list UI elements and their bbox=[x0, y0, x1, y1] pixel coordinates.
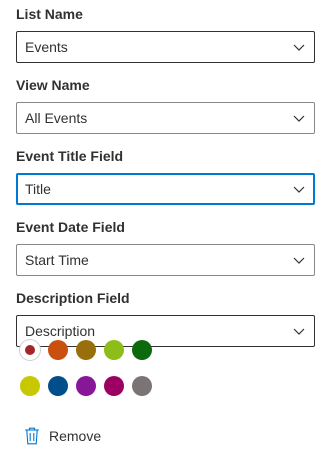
event-title-field-label: Event Title Field bbox=[16, 148, 124, 164]
remove-label: Remove bbox=[49, 428, 102, 444]
chevron-down-icon bbox=[293, 257, 305, 264]
color-swatch-yellow[interactable] bbox=[20, 376, 40, 396]
event-title-field-group: Event Title Field Title bbox=[16, 147, 315, 213]
event-date-field-dropdown[interactable]: Start Time bbox=[16, 244, 315, 276]
view-name-dropdown[interactable]: All Events bbox=[16, 102, 315, 134]
color-swatch-blue[interactable] bbox=[48, 376, 68, 396]
trash-icon bbox=[25, 427, 39, 445]
color-swatch-row-2 bbox=[20, 376, 152, 396]
color-swatch-red[interactable] bbox=[20, 340, 40, 360]
list-name-dropdown[interactable]: Events bbox=[16, 31, 315, 63]
color-swatch-magenta[interactable] bbox=[104, 376, 124, 396]
color-swatch-gray[interactable] bbox=[132, 376, 152, 396]
event-date-field-label: Event Date Field bbox=[16, 219, 125, 235]
event-date-field-value: Start Time bbox=[25, 252, 89, 268]
event-date-field-group: Event Date Field Start Time bbox=[16, 218, 315, 284]
chevron-down-icon bbox=[293, 186, 305, 193]
color-swatch-orange[interactable] bbox=[48, 340, 68, 360]
chevron-down-icon bbox=[293, 328, 305, 335]
color-swatch-gold[interactable] bbox=[76, 340, 96, 360]
chevron-down-icon bbox=[293, 44, 305, 51]
description-field-label: Description Field bbox=[16, 290, 130, 306]
view-name-label: View Name bbox=[16, 77, 90, 93]
list-name-label: List Name bbox=[16, 6, 83, 22]
view-name-value: All Events bbox=[25, 110, 88, 126]
list-name-group: List Name Events bbox=[16, 5, 315, 71]
color-swatch-lime[interactable] bbox=[104, 340, 124, 360]
list-name-value: Events bbox=[25, 39, 68, 55]
event-title-field-dropdown[interactable]: Title bbox=[16, 173, 315, 205]
chevron-down-icon bbox=[293, 115, 305, 122]
settings-panel: List Name Events View Name All Events Ev… bbox=[16, 0, 315, 355]
color-swatch-purple[interactable] bbox=[76, 376, 96, 396]
remove-button[interactable]: Remove bbox=[24, 425, 101, 447]
color-swatch-green[interactable] bbox=[132, 340, 152, 360]
view-name-group: View Name All Events bbox=[16, 76, 315, 142]
event-title-field-value: Title bbox=[25, 181, 51, 197]
color-swatch-row-1 bbox=[20, 340, 152, 360]
